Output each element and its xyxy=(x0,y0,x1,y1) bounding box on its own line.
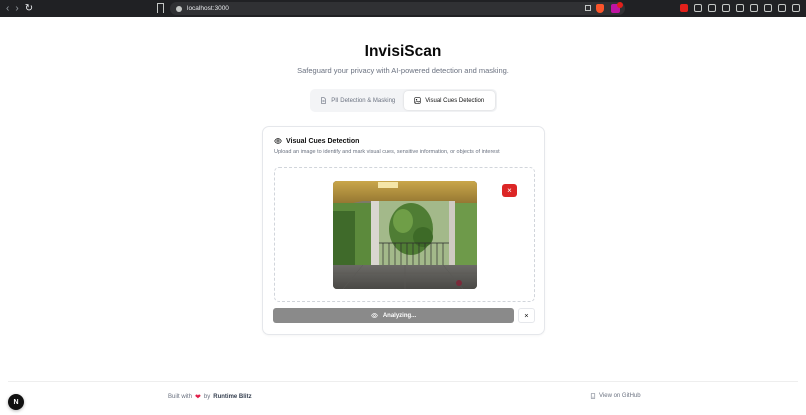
by-text: by xyxy=(203,394,211,400)
leo-ai-icon[interactable] xyxy=(764,4,772,12)
analyze-button[interactable]: Analyzing... xyxy=(273,308,514,323)
footer-divider xyxy=(8,381,798,382)
close-icon: × xyxy=(507,185,512,195)
download-icon[interactable] xyxy=(722,4,730,12)
bookmark-icon[interactable] xyxy=(157,3,164,13)
tab-label: PII Detection & Masking xyxy=(331,97,396,104)
extensions-puzzle-icon[interactable] xyxy=(694,4,702,12)
sidebar-icon[interactable] xyxy=(736,4,744,12)
mode-tabs: PII Detection & Masking Visual Cues Dete… xyxy=(310,89,497,112)
page-title: InvisiScan xyxy=(364,43,442,60)
brave-rewards-icon[interactable] xyxy=(611,2,623,13)
reload-icon[interactable]: ↻ xyxy=(25,3,33,14)
brave-shields-icon[interactable] xyxy=(596,4,604,13)
author-link[interactable]: Runtime Blitz xyxy=(213,394,251,400)
uploaded-image-preview xyxy=(333,181,477,289)
visual-cues-card: Visual Cues Detection Upload an image to… xyxy=(262,126,545,335)
built-with-text: Built with xyxy=(168,394,193,400)
cancel-button[interactable]: × xyxy=(518,308,535,323)
browser-actions xyxy=(680,4,800,12)
notification-dot-icon xyxy=(617,2,623,8)
reading-list-icon[interactable] xyxy=(708,4,716,12)
back-icon[interactable]: ‹ xyxy=(6,3,9,14)
footer-credit: Built with ❤ by Runtime Blitz xyxy=(168,393,252,401)
address-bar[interactable]: localhost:3000 xyxy=(170,2,625,15)
forward-icon[interactable]: › xyxy=(15,3,18,14)
document-icon xyxy=(321,97,327,104)
eye-icon xyxy=(274,138,282,144)
preview-photo xyxy=(333,181,477,289)
tab-visual-cues[interactable]: Visual Cues Detection xyxy=(403,91,495,110)
page-subtitle: Safeguard your privacy with AI-powered d… xyxy=(297,66,509,75)
github-icon xyxy=(590,393,596,399)
card-title: Visual Cues Detection xyxy=(274,137,359,145)
menu-icon[interactable] xyxy=(792,4,800,12)
badge-label: N xyxy=(13,398,19,406)
url-text: localhost:3000 xyxy=(187,5,229,12)
analyze-button-label: Analyzing... xyxy=(382,312,417,319)
card-description: Upload an image to identify and mark vis… xyxy=(274,149,500,155)
github-link[interactable]: View on GitHub xyxy=(590,393,641,399)
tab-pii-detection[interactable]: PII Detection & Masking xyxy=(312,91,404,110)
remove-image-button[interactable]: × xyxy=(502,184,517,197)
browser-toolbar: ‹ › ↻ localhost:3000 xyxy=(0,0,806,17)
close-icon: × xyxy=(524,311,529,320)
site-info-icon[interactable] xyxy=(176,5,182,12)
browser-nav: ‹ › ↻ xyxy=(0,3,150,14)
nextjs-dev-badge[interactable]: N xyxy=(8,394,24,410)
tab-label: Visual Cues Detection xyxy=(425,97,485,104)
image-dropzone[interactable]: × xyxy=(274,167,535,302)
wallet-icon[interactable] xyxy=(750,4,758,12)
image-scan-icon xyxy=(414,97,421,104)
eye-icon xyxy=(371,313,378,318)
heart-icon: ❤ xyxy=(195,394,201,401)
github-link-label: View on GitHub xyxy=(599,393,641,399)
vpn-icon[interactable] xyxy=(778,4,786,12)
share-icon[interactable] xyxy=(585,5,591,11)
card-title-text: Visual Cues Detection xyxy=(286,137,360,145)
extension-icon[interactable] xyxy=(680,4,688,12)
